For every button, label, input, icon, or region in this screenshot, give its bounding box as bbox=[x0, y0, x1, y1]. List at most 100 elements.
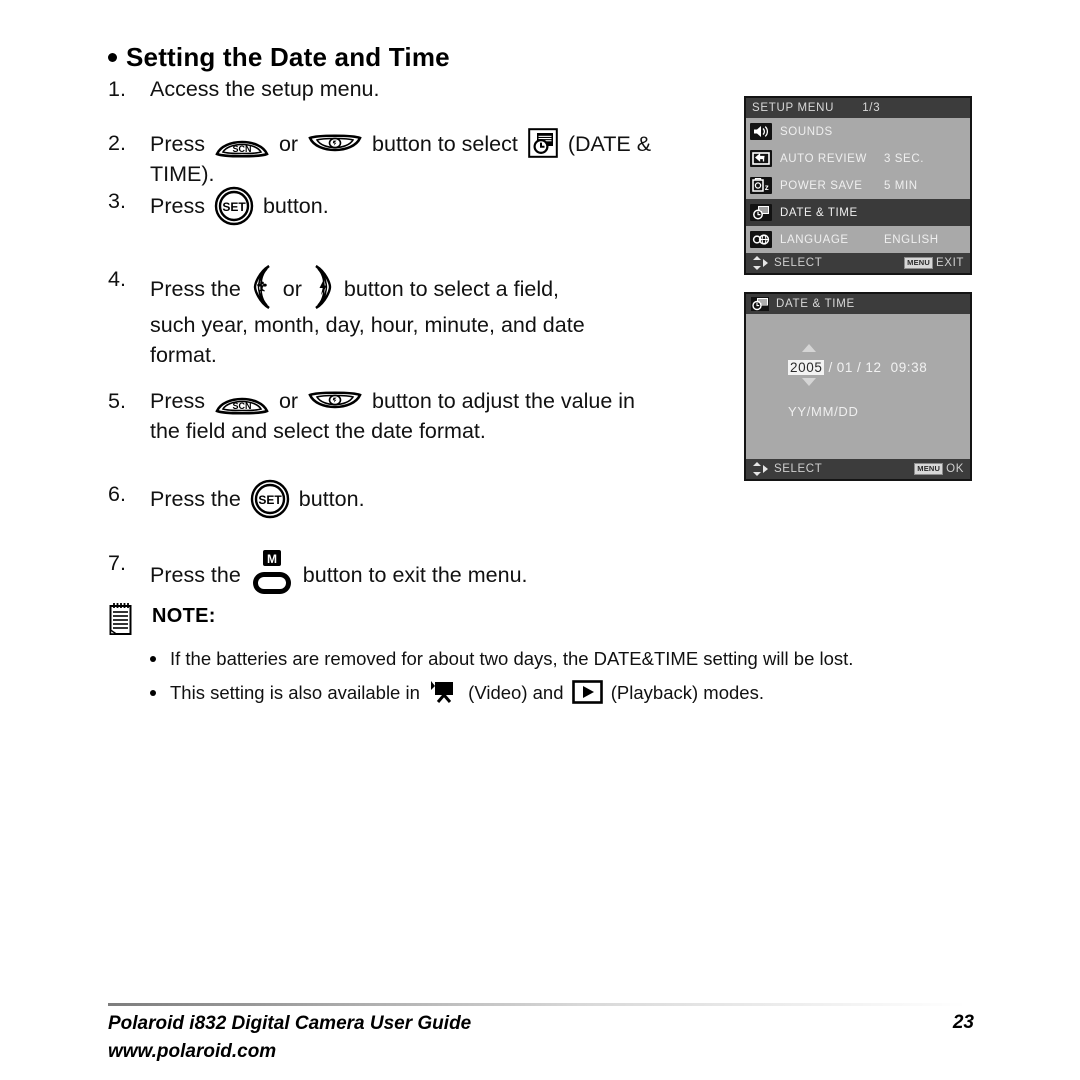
date-time-icon bbox=[751, 297, 769, 311]
self-timer-button-icon bbox=[307, 132, 363, 158]
date-time-titlebar: DATE & TIME bbox=[746, 294, 970, 314]
step-6-number: 6. bbox=[108, 482, 126, 506]
note-title: NOTE: bbox=[152, 605, 216, 627]
svg-text:SET: SET bbox=[222, 200, 246, 214]
menu-item-language[interactable]: LANGUAGE ENGLISH bbox=[746, 226, 970, 253]
step-6-post: button. bbox=[298, 487, 365, 511]
updown-right-arrow-icon bbox=[752, 462, 769, 476]
set-button-icon: SET bbox=[250, 479, 290, 519]
page-number: 23 bbox=[952, 1012, 974, 1033]
step-7-number: 7. bbox=[108, 551, 126, 575]
step-6: 6. Press the SET button. bbox=[108, 479, 708, 519]
setup-menu-list: SOUNDS AUTO REVIEW 3 SEC. z POWER SAVE 5… bbox=[746, 118, 970, 253]
step-1-text: Access the setup menu. bbox=[150, 77, 380, 101]
year-field[interactable]: 2005 bbox=[788, 360, 825, 375]
step-4-number: 4. bbox=[108, 267, 126, 291]
svg-text:SCN: SCN bbox=[232, 144, 251, 154]
note-item: If the batteries are removed for about t… bbox=[148, 642, 1028, 676]
step-4-line3: format. bbox=[150, 343, 217, 367]
video-mode-icon bbox=[428, 680, 460, 704]
svg-text:M: M bbox=[267, 552, 277, 566]
day-field[interactable]: 12 bbox=[865, 360, 881, 375]
date-time-title: DATE & TIME bbox=[776, 298, 855, 310]
decrease-arrow-icon[interactable] bbox=[802, 378, 816, 386]
step-4-mid: or bbox=[282, 277, 302, 301]
bullet-icon bbox=[150, 690, 156, 696]
page-title-text: Setting the Date and Time bbox=[126, 42, 450, 72]
note-item2-mid: (Video) and bbox=[468, 682, 564, 703]
step-5-number: 5. bbox=[108, 389, 126, 413]
footer-line-2: www.polaroid.com bbox=[108, 1041, 277, 1062]
menu-item-sounds[interactable]: SOUNDS bbox=[746, 118, 970, 145]
step-5-post: button to adjust the value in bbox=[372, 389, 635, 413]
step-4-line2: such year, month, day, hour, minute, and… bbox=[150, 313, 585, 337]
scn-button-icon: SCN bbox=[214, 132, 270, 158]
menu-badge: MENU bbox=[904, 257, 934, 269]
menu-item-value: ENGLISH bbox=[884, 233, 939, 246]
menu-item-label: AUTO REVIEW bbox=[780, 152, 867, 165]
self-timer-button-icon bbox=[307, 389, 363, 415]
date-time-menu-icon bbox=[528, 128, 558, 158]
footer-text: Polaroid i832 Digital Camera User Guide … bbox=[108, 1010, 471, 1066]
setup-menu-footer: SELECT MENU EXIT bbox=[746, 253, 970, 273]
step-3-pre: Press bbox=[150, 194, 205, 218]
step-7-pre: Press the bbox=[150, 563, 241, 587]
note-item: This setting is also available in (Video… bbox=[148, 676, 1028, 710]
separator: / bbox=[828, 360, 833, 375]
scn-button-icon: SCN bbox=[214, 389, 270, 415]
month-field[interactable]: 01 bbox=[837, 360, 853, 375]
notepad-icon bbox=[108, 602, 134, 636]
menu-item-label: DATE & TIME bbox=[780, 206, 858, 219]
note-item2-post: (Playback) modes. bbox=[610, 682, 764, 703]
step-2-pre: Press bbox=[150, 132, 205, 156]
page-title: Setting the Date and Time bbox=[108, 42, 450, 73]
playback-mode-icon bbox=[571, 680, 603, 704]
setup-menu-screen: SETUP MENU 1/3 SOUNDS AUTO REVIEW 3 SEC.… bbox=[744, 96, 972, 275]
note-item2-pre: This setting is also available in bbox=[170, 682, 420, 703]
flash-right-button-icon bbox=[310, 264, 336, 310]
macro-left-button-icon bbox=[249, 264, 275, 310]
step-3: 3. Press SET button. bbox=[108, 186, 708, 226]
bullet-icon bbox=[150, 656, 156, 662]
step-2-line2: TIME). bbox=[150, 162, 215, 186]
menu-badge: MENU bbox=[914, 463, 944, 475]
svg-text:z: z bbox=[765, 183, 770, 192]
svg-text:SET: SET bbox=[258, 493, 282, 507]
date-format-field[interactable]: YY/MM/DD bbox=[788, 404, 859, 419]
menu-button-icon: M bbox=[250, 548, 294, 600]
step-5-pre: Press bbox=[150, 389, 205, 413]
date-time-footer: SELECT MENU OK bbox=[746, 459, 970, 479]
footer-action-label: EXIT bbox=[936, 257, 964, 269]
menu-item-date-time[interactable]: DATE & TIME bbox=[746, 199, 970, 226]
date-time-icon bbox=[750, 204, 772, 221]
menu-item-label: SOUNDS bbox=[780, 125, 833, 138]
step-3-number: 3. bbox=[108, 189, 126, 213]
bullet-marker-icon bbox=[108, 53, 117, 62]
updown-right-arrow-icon bbox=[752, 256, 769, 270]
menu-item-label: POWER SAVE bbox=[780, 179, 863, 192]
separator: / bbox=[857, 360, 862, 375]
step-1: 1. Access the setup menu. bbox=[108, 74, 708, 104]
svg-text:SCN: SCN bbox=[232, 401, 251, 411]
step-2-mid: or bbox=[278, 132, 299, 156]
menu-item-power-save[interactable]: z POWER SAVE 5 MIN bbox=[746, 172, 970, 199]
step-5: 5. Press SCN or button to adjust the val… bbox=[108, 386, 748, 446]
menu-item-auto-review[interactable]: AUTO REVIEW 3 SEC. bbox=[746, 145, 970, 172]
step-5-mid: or bbox=[278, 389, 299, 413]
speaker-icon bbox=[750, 123, 772, 140]
note-list: If the batteries are removed for about t… bbox=[148, 642, 1028, 710]
date-time-screen: DATE & TIME 2005 / 01 / 12 09:38 YY/MM/D… bbox=[744, 292, 972, 481]
step-4: 4. Press the or button to select a field… bbox=[108, 264, 748, 370]
step-7-post: button to exit the menu. bbox=[302, 563, 528, 587]
time-field[interactable]: 09:38 bbox=[891, 360, 928, 375]
setup-menu-title: SETUP MENU bbox=[752, 102, 835, 114]
setup-menu-page-indicator: 1/3 bbox=[862, 102, 881, 114]
manual-page: Setting the Date and Time 1. Access the … bbox=[0, 0, 1080, 1080]
footer-action-label: OK bbox=[946, 463, 964, 475]
menu-item-value: 5 MIN bbox=[884, 179, 918, 192]
menu-item-label: LANGUAGE bbox=[780, 233, 849, 246]
step-2-post: button to select bbox=[372, 132, 518, 156]
language-icon bbox=[750, 231, 772, 248]
increase-arrow-icon[interactable] bbox=[802, 344, 816, 352]
step-4-pre: Press the bbox=[150, 277, 241, 301]
